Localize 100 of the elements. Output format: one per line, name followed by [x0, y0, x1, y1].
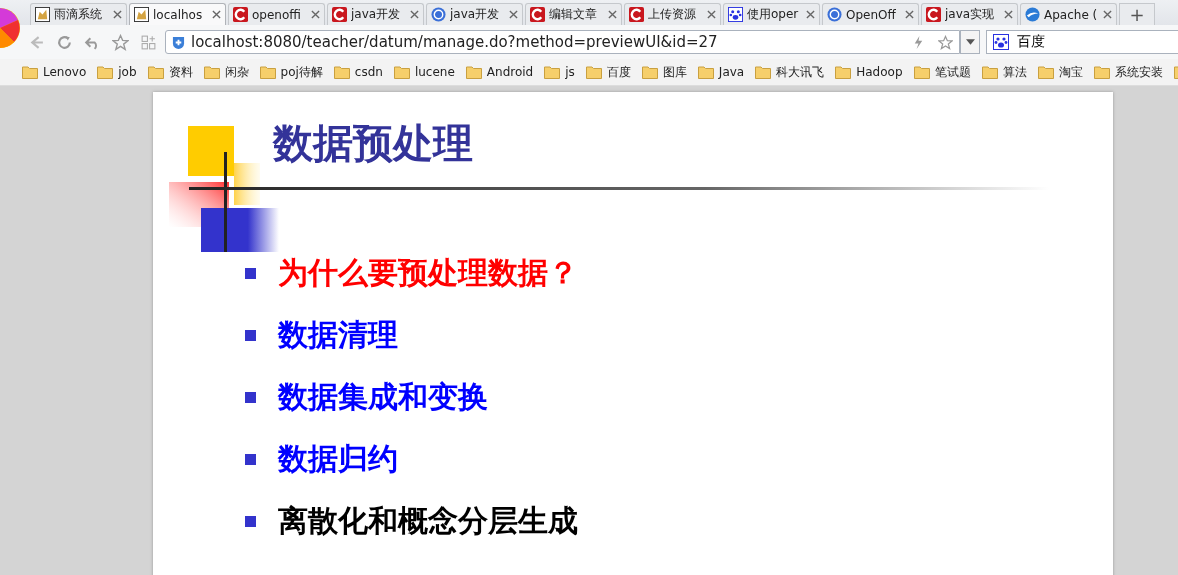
close-icon[interactable]	[707, 10, 716, 19]
paw-icon	[993, 34, 1009, 50]
browser-tab[interactable]: openoffi	[228, 3, 325, 25]
search-field[interactable]: 百度	[986, 30, 1178, 54]
search-engine-label: 百度	[1017, 33, 1045, 51]
folder-icon	[913, 65, 930, 79]
slide-title: 数据预处理	[273, 119, 473, 168]
close-icon[interactable]	[410, 10, 419, 19]
folder-icon	[755, 65, 772, 79]
tab-title: java开发	[450, 6, 501, 23]
tab-title: 雨滴系统	[54, 6, 103, 23]
new-tab-button[interactable]: +	[1119, 3, 1155, 25]
url-text: localhost:8080/teacher/datum/manage.do?method=previewUI&id=27	[191, 33, 719, 51]
dropdown-button[interactable]	[960, 30, 980, 54]
browser-tab[interactable]: Apache (	[1020, 3, 1117, 25]
bookmark-link[interactable]: 算法	[1002, 63, 1027, 81]
bullet-text: 数据集成和变换	[278, 377, 488, 416]
bookmark-link[interactable]: lucene	[414, 65, 455, 79]
bookmark-link[interactable]: Lenovo	[43, 65, 87, 79]
folder-icon	[465, 65, 482, 79]
close-icon[interactable]	[806, 10, 815, 19]
bookmark-link[interactable]: 科大讯飞	[776, 63, 825, 81]
bullet-text: 为什么要预处理数据？	[278, 253, 578, 292]
close-icon[interactable]	[311, 10, 320, 19]
tab-title: java开发	[351, 6, 402, 23]
folder-icon	[641, 65, 658, 79]
bookmark-link[interactable]: 图库	[662, 63, 687, 81]
letter-c-icon	[629, 7, 644, 22]
bookmark-link[interactable]: 笔试题	[934, 63, 971, 81]
bookmark-link[interactable]: Android	[486, 65, 534, 79]
browser-tab[interactable]: 编辑文章	[525, 3, 622, 25]
bird-icon	[1025, 7, 1040, 22]
bullet-icon	[245, 391, 256, 403]
close-icon[interactable]	[905, 10, 914, 19]
browser-tab[interactable]: 上传资源	[624, 3, 721, 25]
letter-c-icon	[926, 7, 941, 22]
bullet-text: 数据归约	[278, 439, 398, 478]
globe-icon	[431, 7, 446, 22]
globe-icon	[827, 7, 842, 22]
bookmark-link[interactable]: 淘宝	[1058, 63, 1083, 81]
folder-icon	[697, 65, 714, 79]
bullet-text: 数据清理	[278, 315, 398, 354]
shield-icon	[172, 34, 185, 50]
bullet-icon	[245, 329, 256, 341]
tab-title: localhos	[153, 7, 204, 22]
folder-icon	[1037, 65, 1054, 79]
letter-c-icon	[233, 7, 248, 22]
paw-icon	[728, 7, 743, 22]
tab-title: 编辑文章	[549, 6, 598, 23]
caret-icon	[965, 39, 975, 45]
letter-c-icon	[530, 7, 545, 22]
bookmark-link[interactable]: job	[118, 65, 137, 79]
browser-tab[interactable]: java实现	[921, 3, 1018, 25]
close-icon[interactable]	[113, 10, 122, 19]
close-icon[interactable]	[509, 10, 518, 19]
letter-c-icon	[332, 7, 347, 22]
tab-title: java实现	[945, 6, 996, 23]
bookmark-link[interactable]: Hadoop	[856, 65, 903, 79]
tab-title: OpenOff	[846, 7, 897, 22]
folder-icon	[981, 65, 998, 79]
bullet-text: 离散化和概念分层生成	[278, 501, 578, 540]
close-icon[interactable]	[608, 10, 617, 19]
browser-tab[interactable]: OpenOff	[822, 3, 919, 25]
close-icon[interactable]	[1103, 10, 1112, 19]
bookmark-link[interactable]: csdn	[354, 65, 383, 79]
folder-icon	[22, 65, 38, 79]
tab-title: 使用oper	[747, 6, 800, 23]
browser-tab[interactable]: java开发	[426, 3, 523, 25]
tab-title: Apache (	[1044, 7, 1099, 22]
bookmark-link[interactable]: js	[565, 65, 575, 79]
bookmark-link[interactable]: 闲杂	[224, 63, 249, 81]
browser-tab[interactable]: java开发	[327, 3, 424, 25]
folder-icon	[585, 65, 602, 79]
bookmark-link[interactable]: poj待解	[280, 63, 323, 81]
browser-tab[interactable]: localhos	[129, 3, 226, 25]
star-icon[interactable]	[112, 33, 129, 51]
bookmark-link[interactable]: 系统安装	[1114, 63, 1163, 81]
bookmark-link[interactable]: 百度	[606, 63, 631, 81]
folder-icon	[835, 65, 852, 79]
folder-icon	[1093, 65, 1110, 79]
cat-icon	[35, 7, 50, 22]
close-icon[interactable]	[1004, 10, 1013, 19]
address-field[interactable]: localhost:8080/teacher/datum/manage.do?method=previewUI&id=27	[165, 30, 960, 54]
folder-icon	[203, 65, 220, 79]
refresh-icon[interactable]	[56, 33, 73, 51]
tab-title: openoffi	[252, 7, 302, 22]
folder-icon	[544, 65, 561, 79]
bullet-icon	[245, 453, 256, 465]
bullet-icon	[245, 515, 256, 527]
star-icon[interactable]	[938, 34, 953, 50]
browser-tab[interactable]: 使用oper	[723, 3, 820, 25]
cat-icon	[134, 7, 149, 22]
folder-icon	[97, 65, 114, 79]
close-icon[interactable]	[212, 10, 221, 19]
bookmark-link[interactable]: Java	[718, 65, 745, 79]
browser-tab[interactable]: 雨滴系统	[30, 3, 127, 25]
folder-icon	[333, 65, 350, 79]
tab-title: 上传资源	[648, 6, 697, 23]
folder-icon	[147, 65, 164, 79]
bookmark-link[interactable]: 资料	[168, 63, 193, 81]
